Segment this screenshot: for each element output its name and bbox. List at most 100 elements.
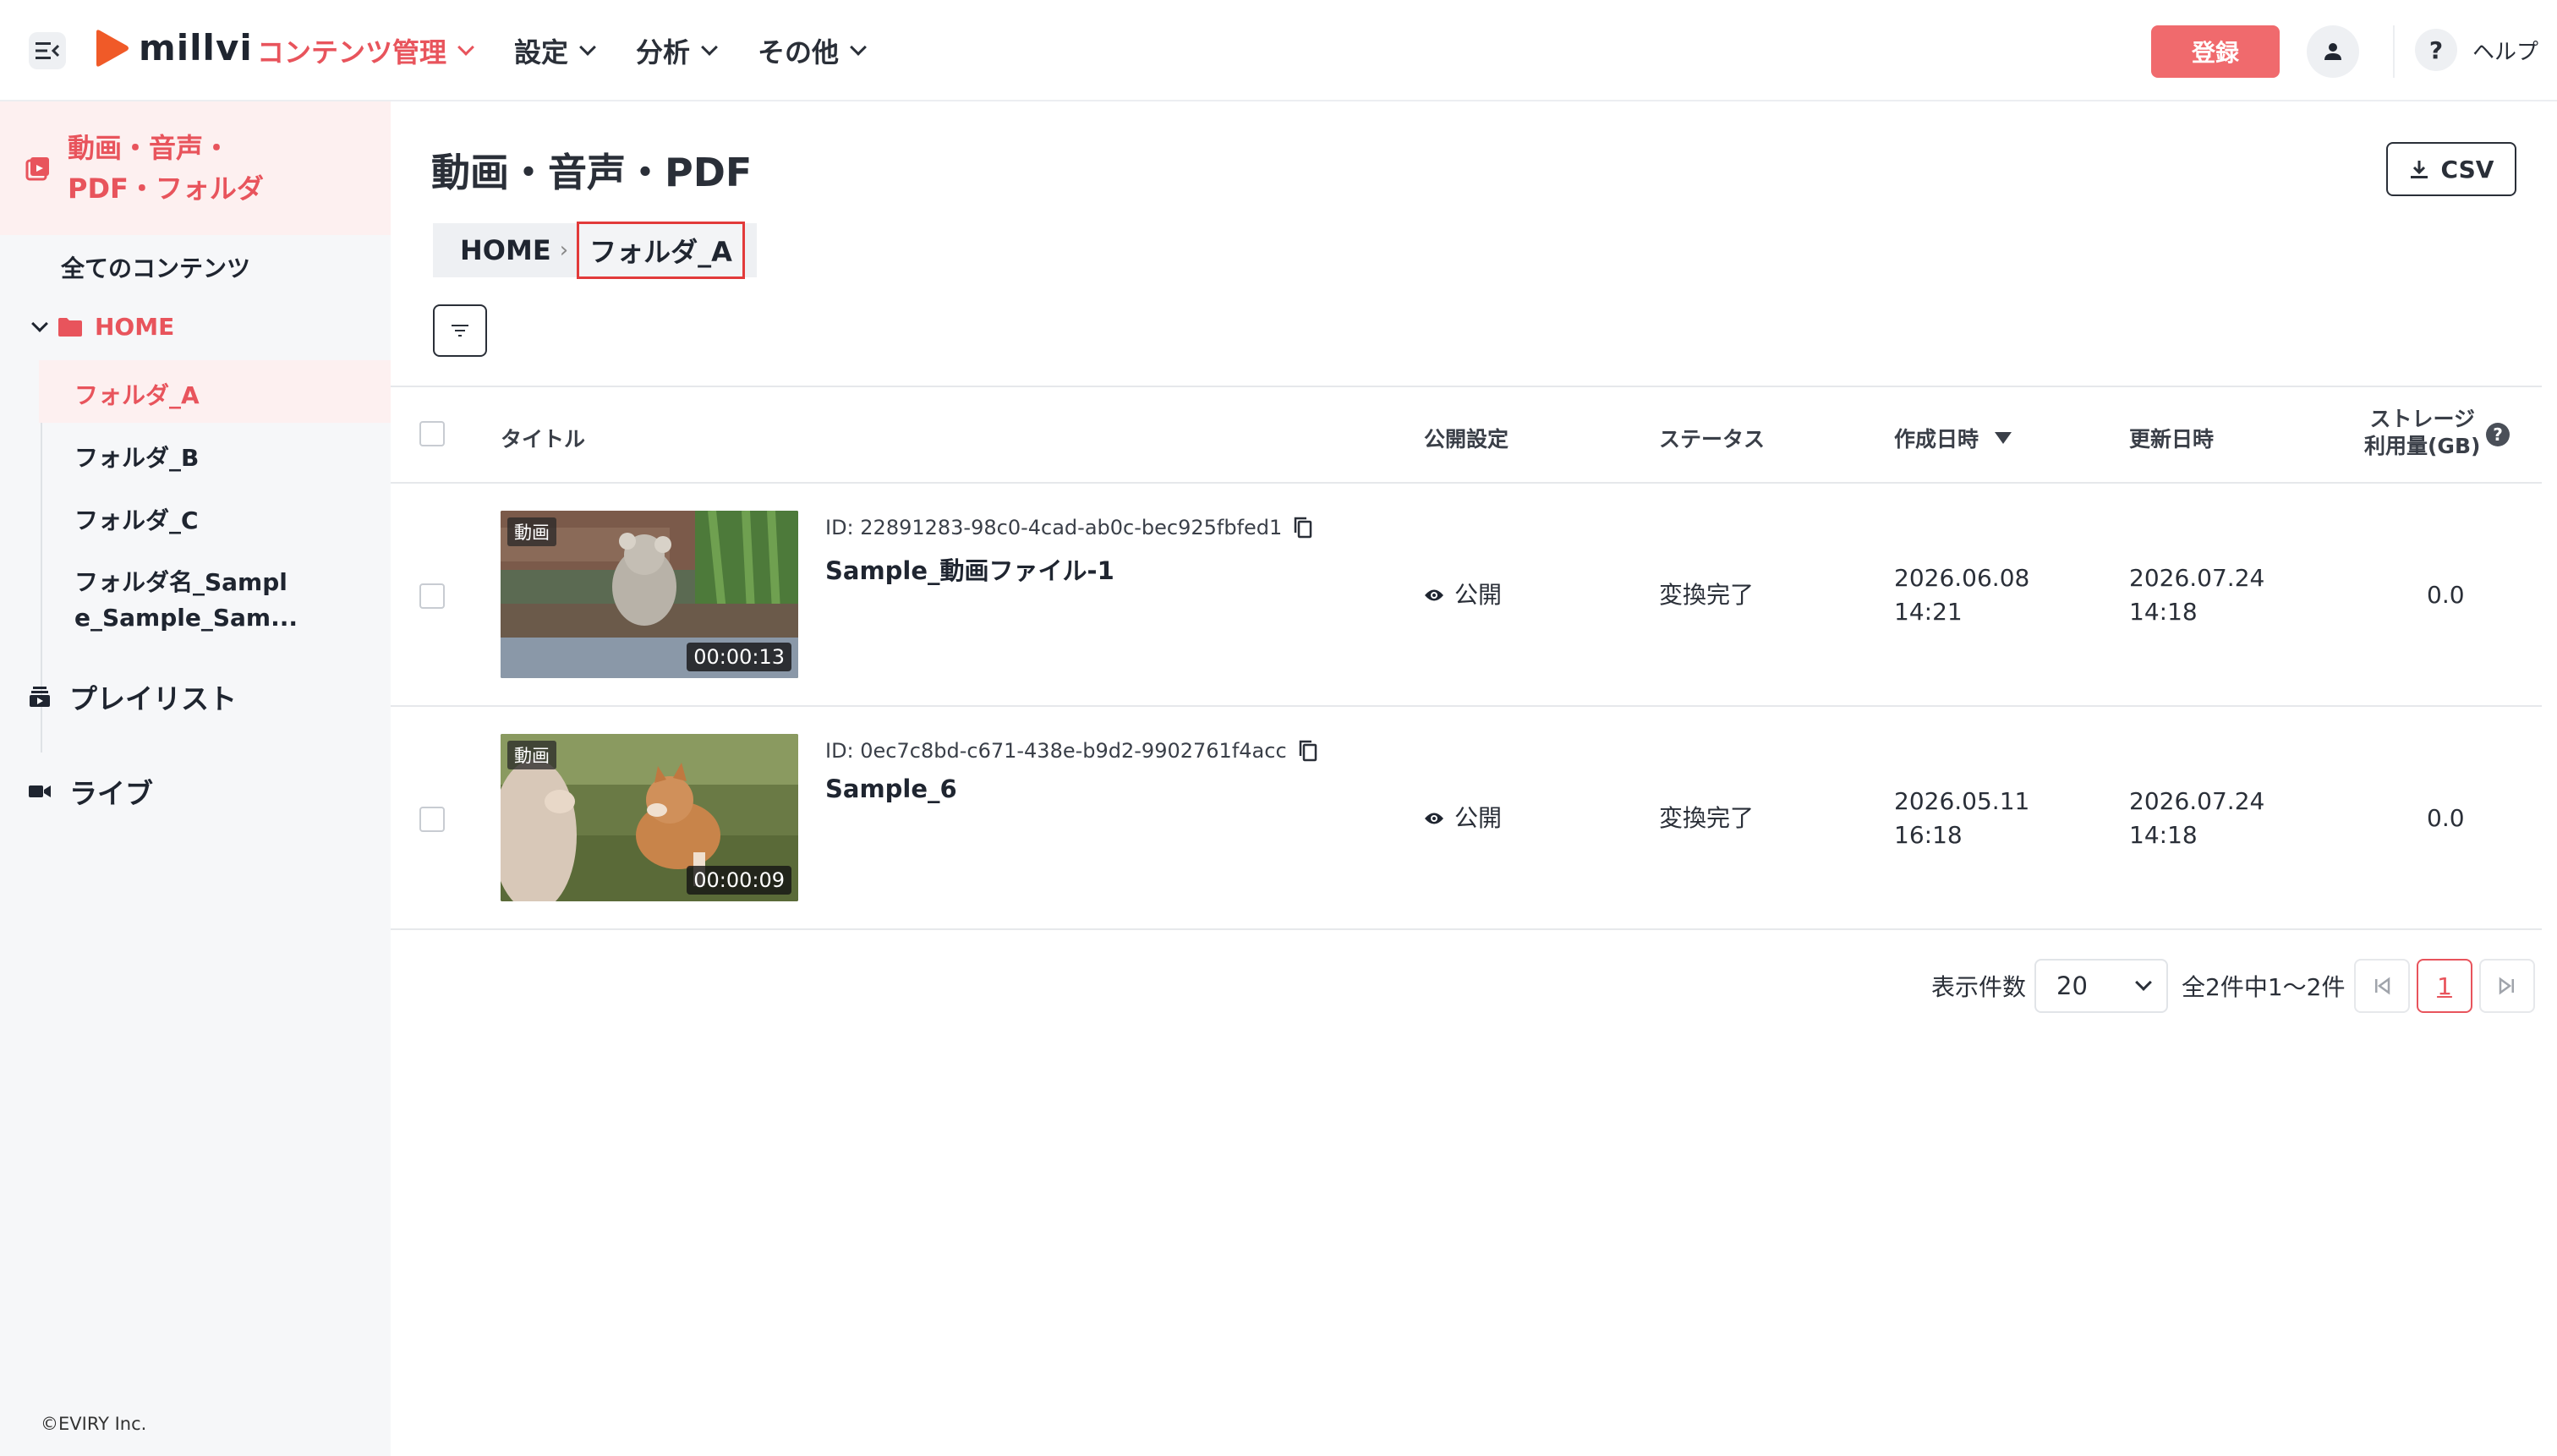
updated-time: 14:18: [2129, 598, 2198, 626]
video-thumbnail[interactable]: 動画 00:00:09: [501, 734, 798, 901]
filter-button[interactable]: [433, 304, 487, 357]
help-label: ヘルプ: [2472, 39, 2539, 65]
sidebar-folder-b[interactable]: フォルダ_B: [74, 440, 199, 473]
sidebar-section-title-line1: 動画・音声・: [68, 132, 231, 164]
pagination-summary: 全2件中1〜2件: [2182, 959, 2345, 1013]
folder-icon: [58, 317, 82, 337]
table-row[interactable]: 動画 00:00:09 ID: 0ec7c8bd-c671-438e-b9d2-…: [391, 707, 2542, 930]
sidebar-section-title-line2: PDF・フォルダ: [68, 172, 264, 205]
created-date: 2026.06.08: [1894, 564, 2030, 592]
copy-icon[interactable]: [1299, 740, 1317, 762]
breadcrumb: HOME › フォルダ_A: [433, 222, 757, 279]
per-page-select[interactable]: 20: [2034, 959, 2168, 1013]
storage-cell: 0.0: [2427, 804, 2465, 832]
breadcrumb-current-folder[interactable]: フォルダ_A: [577, 222, 745, 279]
header-created[interactable]: 作成日時: [1894, 423, 2012, 453]
sort-descending-icon: [1995, 432, 2012, 444]
nav-other-label: その他: [758, 36, 840, 68]
per-page-label-text: 表示件数: [1931, 973, 2027, 1001]
pagination-summary-text: 全2件中1〜2件: [2182, 973, 2346, 1001]
user-account-icon[interactable]: [2307, 25, 2359, 78]
content-title[interactable]: Sample_6: [825, 775, 957, 803]
first-page-button[interactable]: [2354, 959, 2410, 1013]
media-type-tag: 動画: [507, 741, 556, 769]
download-icon: [2410, 161, 2428, 178]
sidebar-item-home[interactable]: HOME: [31, 313, 175, 341]
page-title: 動画・音声・PDF: [431, 150, 753, 195]
visibility-cell: 公開: [1424, 802, 1502, 835]
status-cell: 変換完了: [1659, 804, 1755, 832]
sidebar-folder-c[interactable]: フォルダ_C: [74, 502, 199, 536]
select-all-checkbox[interactable]: [419, 421, 445, 446]
chevron-down-icon: [579, 39, 596, 56]
media-type-tag: 動画: [507, 517, 556, 546]
visibility-label: 公開: [1454, 804, 1503, 832]
sidebar-folder-a[interactable]: フォルダ_A: [74, 377, 200, 411]
updated-date: 2026.07.24: [2129, 787, 2265, 815]
video-thumbnail[interactable]: 動画 00:00:13: [501, 511, 798, 678]
per-page-value: 20: [2056, 972, 2088, 1000]
header-updated[interactable]: 更新日時: [2129, 423, 2214, 453]
duration-badge: 00:00:13: [687, 643, 791, 671]
chevron-down-icon: [31, 315, 48, 332]
sidebar-folder-long-line2: e_Sample_Sam...: [74, 604, 298, 632]
sidebar-item-live[interactable]: ライブ: [29, 771, 153, 812]
eye-icon: [1425, 589, 1443, 601]
logo-play-icon: [96, 29, 129, 67]
per-page-label: 表示件数: [1931, 959, 2026, 1013]
sidebar-item-all-contents[interactable]: 全てのコンテンツ: [61, 250, 250, 284]
breadcrumb-home[interactable]: HOME: [460, 234, 551, 266]
content-id-text: ID: 0ec7c8bd-c671-438e-b9d2-9902761f4acc: [825, 739, 1287, 763]
sidebar-toggle-icon[interactable]: [29, 32, 66, 69]
row-checkbox[interactable]: [419, 583, 445, 609]
table-row[interactable]: 動画 00:00:13 ID: 22891283-98c0-4cad-ab0c-…: [391, 484, 2542, 707]
video-camera-icon: [29, 785, 51, 797]
updated-cell: 2026.07.24 14:18: [2129, 785, 2264, 852]
content-title[interactable]: Sample_動画ファイル-1: [825, 551, 1114, 587]
breadcrumb-separator: ›: [559, 238, 569, 263]
csv-label: CSV: [2440, 155, 2494, 183]
header-storage-line2: 利用量(GB): [2364, 434, 2481, 458]
created-time: 14:21: [1894, 598, 1963, 626]
sidebar: 動画・音声・ PDF・フォルダ 全てのコンテンツ HOME フォルダ_A フォル…: [0, 101, 391, 1456]
created-date: 2026.05.11: [1894, 787, 2030, 815]
csv-download-button[interactable]: CSV: [2386, 142, 2516, 196]
visibility-cell: 公開: [1424, 578, 1502, 612]
chevron-down-icon: [850, 39, 867, 56]
created-time: 16:18: [1894, 821, 1963, 849]
logo-text: millvi: [139, 27, 253, 68]
header-divider: [2393, 25, 2395, 78]
sidebar-section-media[interactable]: 動画・音声・ PDF・フォルダ: [0, 101, 391, 235]
copy-icon[interactable]: [1294, 517, 1312, 539]
logo[interactable]: millvi: [93, 27, 253, 68]
copyright: ©EVIRY Inc.: [41, 1414, 147, 1434]
chevron-down-icon: [457, 39, 474, 56]
last-page-button[interactable]: [2479, 959, 2535, 1013]
main-content: 動画・音声・PDF CSV HOME › フォルダ_A タイトル 公開設定 ステ…: [391, 101, 2557, 1456]
media-library-icon: [25, 157, 49, 181]
table-header: タイトル 公開設定 ステータス 作成日時 更新日時 ストレージ 利用量(GB) …: [391, 386, 2542, 484]
visibility-label: 公開: [1454, 581, 1503, 609]
created-cell: 2026.06.08 14:21: [1894, 561, 2029, 629]
nav-contents-label: コンテンツ管理: [257, 36, 447, 68]
updated-time: 14:18: [2129, 821, 2198, 849]
nav-other[interactable]: その他: [758, 32, 867, 69]
filter-icon: [452, 325, 468, 337]
help-icon: ?: [2415, 29, 2457, 71]
sidebar-folder-long[interactable]: フォルダ名_Sampl e_Sample_Sam...: [74, 565, 298, 636]
chevron-down-icon: [2135, 974, 2152, 991]
last-page-icon: [2499, 977, 2514, 995]
page-1-button[interactable]: 1: [2417, 959, 2472, 1013]
nav-contents[interactable]: コンテンツ管理: [257, 32, 474, 69]
nav-analytics[interactable]: 分析: [636, 32, 718, 69]
register-button[interactable]: 登録: [2151, 25, 2280, 78]
first-page-icon: [2375, 977, 2390, 995]
help-icon[interactable]: ?: [2486, 423, 2510, 446]
status-cell: 変換完了: [1659, 581, 1755, 609]
sidebar-item-playlist[interactable]: プレイリスト: [29, 676, 237, 717]
nav-settings[interactable]: 設定: [514, 32, 596, 69]
row-checkbox[interactable]: [419, 807, 445, 832]
help-link[interactable]: ? ヘルプ: [2415, 29, 2538, 71]
sidebar-item-home-label: HOME: [95, 313, 175, 341]
header-title[interactable]: タイトル: [501, 423, 585, 453]
